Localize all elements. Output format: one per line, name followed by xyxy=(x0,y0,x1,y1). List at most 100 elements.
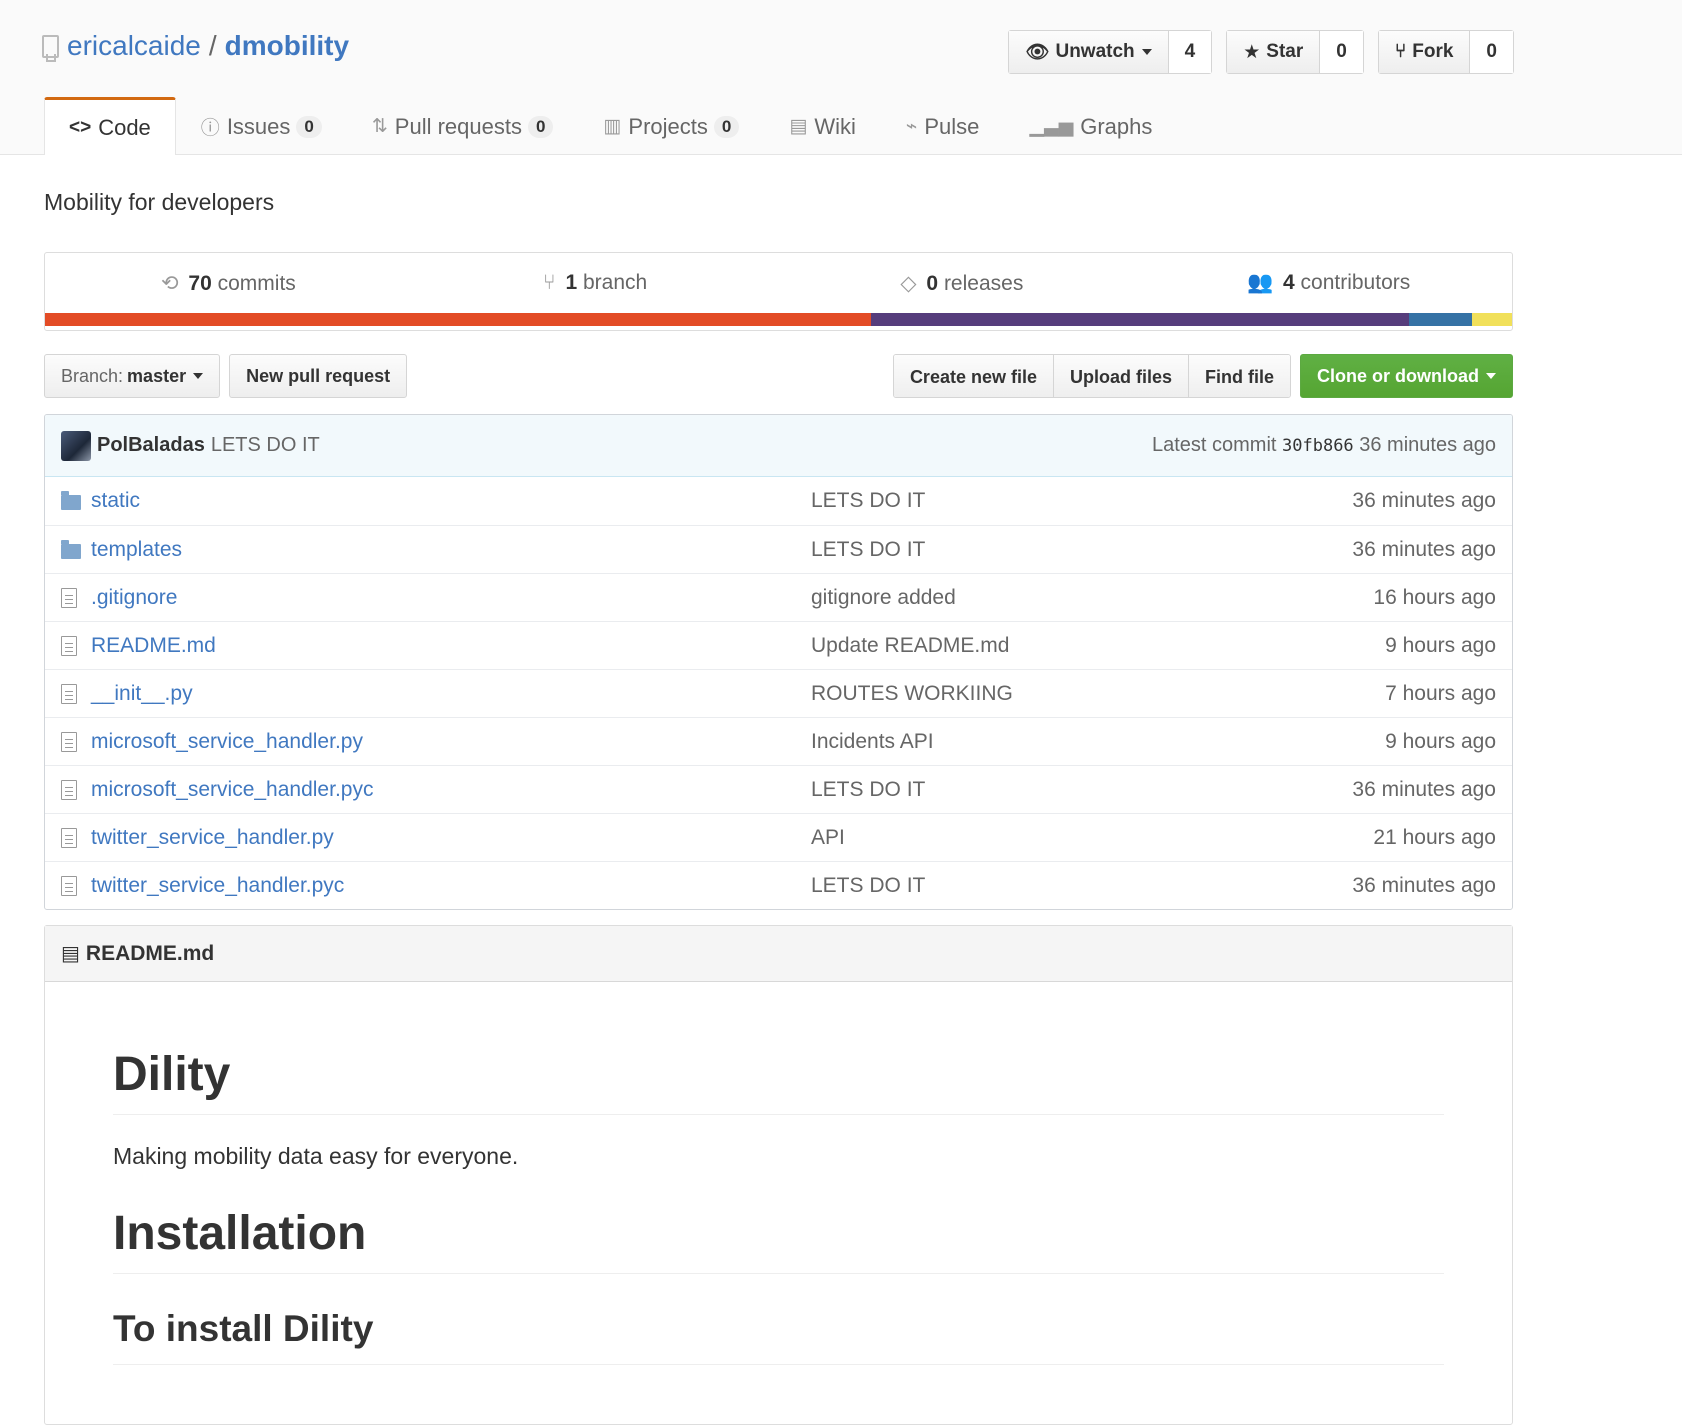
pull-requests-counter: 0 xyxy=(527,115,554,138)
git-branch-icon: ⑂ xyxy=(543,271,556,294)
fork-icon: ⑂ xyxy=(1394,41,1407,62)
commit-sha[interactable]: 30fb866 xyxy=(1282,436,1354,456)
repo-summary: ⟲ 70 commits ⑂ 1 branch ◇ 0 releases 👥 4… xyxy=(44,252,1513,331)
branches-link[interactable]: ⑂ 1 branch xyxy=(412,271,779,295)
new-pull-request-button[interactable]: New pull request xyxy=(229,354,408,398)
file-button-group: Create new file Upload files Find file xyxy=(892,354,1291,398)
contributors-link[interactable]: 👥 4 contributors xyxy=(1145,271,1512,295)
chevron-down-icon xyxy=(1486,373,1496,379)
avatar[interactable] xyxy=(61,430,91,461)
fork-button[interactable]: ⑂ Fork xyxy=(1378,31,1471,73)
tab-code[interactable]: <> Code xyxy=(44,97,176,155)
commit-meta: Latest commit 30fb866 36 minutes ago xyxy=(1152,434,1496,457)
language-segment[interactable] xyxy=(1472,313,1512,326)
readme-title: README.md xyxy=(85,941,215,965)
file-age: 36 minutes ago xyxy=(1352,873,1496,897)
pulse-icon: ⌁ xyxy=(905,116,918,137)
releases-link[interactable]: ◇ 0 releases xyxy=(779,271,1146,296)
file-name-link[interactable]: __init__.py xyxy=(91,682,193,705)
file-text-icon xyxy=(61,587,83,608)
commit-message[interactable]: LETS DO IT xyxy=(211,434,320,457)
file-name-link[interactable]: microsoft_service_handler.pyc xyxy=(91,778,373,801)
tab-pulse[interactable]: ⌁ Pulse xyxy=(881,97,1005,155)
commit-tease: PolBaladas LETS DO IT Latest commit 30fb… xyxy=(45,415,1512,477)
unwatch-button[interactable]: 👁 Unwatch xyxy=(1009,31,1169,73)
file-age: 16 hours ago xyxy=(1373,585,1496,609)
file-commit-message[interactable]: Update README.md xyxy=(811,634,1009,657)
releases-label: releases xyxy=(943,271,1024,295)
book-icon: ▤ xyxy=(789,116,808,137)
file-age: 9 hours ago xyxy=(1385,633,1496,657)
unwatch-label: Unwatch xyxy=(1055,41,1135,62)
star-button[interactable]: ★ Star xyxy=(1227,31,1321,73)
latest-commit-label: Latest commit xyxy=(1151,434,1277,456)
commits-label: commits xyxy=(217,271,296,295)
readme-body: Dility Making mobility data easy for eve… xyxy=(45,1047,1512,1365)
file-commit-message[interactable]: API xyxy=(811,826,845,849)
branch-select-button[interactable]: Branch: master xyxy=(44,354,221,398)
tab-wiki[interactable]: ▤ Wiki xyxy=(764,97,881,155)
file-age: 9 hours ago xyxy=(1385,729,1496,753)
contributors-count: 4 xyxy=(1283,271,1295,294)
repo-name-link[interactable]: dmobility xyxy=(225,30,349,62)
history-icon: ⟲ xyxy=(160,271,179,295)
tab-pull-requests[interactable]: ⇅ Pull requests 0 xyxy=(347,97,579,155)
file-row: static LETS DO IT 36 minutes ago xyxy=(45,477,1512,525)
readme-intro: Making mobility data easy for everyone. xyxy=(113,1143,519,1169)
file-commit-message[interactable]: LETS DO IT xyxy=(811,538,925,561)
stargazers-count[interactable]: 0 xyxy=(1320,31,1363,73)
readme: ▤ README.md Dility Making mobility data … xyxy=(44,925,1513,1425)
code-icon: <> xyxy=(69,116,92,138)
file-commit-message[interactable]: ROUTES WORKIING xyxy=(811,682,1013,705)
organization-icon: 👥 xyxy=(1247,271,1274,294)
file-name-link[interactable]: microsoft_service_handler.py xyxy=(91,730,363,753)
tab-wiki-label: Wiki xyxy=(814,113,856,139)
file-row: templates LETS DO IT 36 minutes ago xyxy=(45,525,1512,573)
book-icon: ▤ xyxy=(61,943,80,965)
upload-files-button[interactable]: Upload files xyxy=(1053,355,1189,397)
clone-or-download-button[interactable]: Clone or download xyxy=(1300,354,1513,398)
repo-owner-link[interactable]: ericalcaide xyxy=(67,30,201,62)
file-text-icon xyxy=(61,827,83,848)
forks-count[interactable]: 0 xyxy=(1470,31,1513,73)
file-age: 36 minutes ago xyxy=(1352,489,1496,512)
commit-author[interactable]: PolBaladas xyxy=(97,434,205,457)
fork-label: Fork xyxy=(1412,41,1454,62)
language-segment[interactable] xyxy=(1409,313,1473,326)
file-name-link[interactable]: .gitignore xyxy=(91,586,177,609)
tab-issues[interactable]: ⓘ Issues 0 xyxy=(176,97,347,155)
tab-graphs[interactable]: ▁▃▅ Graphs xyxy=(1004,97,1177,155)
commit-age: 36 minutes ago xyxy=(1359,434,1496,456)
readme-heading-install-dility: To install Dility xyxy=(113,1308,1444,1365)
watchers-count[interactable]: 4 xyxy=(1168,31,1212,73)
tab-projects-label: Projects xyxy=(628,113,708,139)
file-text-icon xyxy=(61,779,83,800)
numbers-summary: ⟲ 70 commits ⑂ 1 branch ◇ 0 releases 👥 4… xyxy=(45,253,1512,313)
commits-link[interactable]: ⟲ 70 commits xyxy=(45,271,412,296)
file-name-link[interactable]: twitter_service_handler.py xyxy=(91,826,334,849)
tab-pulse-label: Pulse xyxy=(924,113,980,139)
language-segment[interactable] xyxy=(870,313,1410,326)
repo-icon xyxy=(42,34,59,62)
file-row: twitter_service_handler.py API 21 hours ag… xyxy=(45,813,1512,861)
file-commit-message[interactable]: Incidents API xyxy=(811,730,934,753)
find-file-button[interactable]: Find file xyxy=(1189,355,1290,397)
file-name-link[interactable]: templates xyxy=(91,538,182,561)
file-name-link[interactable]: README.md xyxy=(91,634,216,657)
file-commit-message[interactable]: gitignore added xyxy=(811,586,956,609)
tab-projects[interactable]: ▥ Projects 0 xyxy=(578,97,764,155)
file-rows: static LETS DO IT 36 minutes ago templates L… xyxy=(45,477,1512,909)
file-name-link[interactable]: static xyxy=(91,489,140,512)
file-commit-message[interactable]: LETS DO IT xyxy=(811,874,925,897)
language-segment[interactable] xyxy=(45,313,871,326)
file-name-link[interactable]: twitter_service_handler.pyc xyxy=(91,874,344,897)
file-commit-message[interactable]: LETS DO IT xyxy=(811,778,925,801)
create-new-file-button[interactable]: Create new file xyxy=(893,355,1054,397)
repo-nav: <> Code ⓘ Issues 0 ⇅ Pull requests 0 ▥ P… xyxy=(44,97,1177,155)
file-commit-message[interactable]: LETS DO IT xyxy=(811,489,925,512)
language-bar[interactable] xyxy=(45,313,1512,326)
file-text-icon xyxy=(61,731,83,752)
commits-count: 70 xyxy=(188,271,212,295)
folder-icon xyxy=(61,491,83,510)
star-group: ★ Star 0 xyxy=(1226,30,1364,74)
